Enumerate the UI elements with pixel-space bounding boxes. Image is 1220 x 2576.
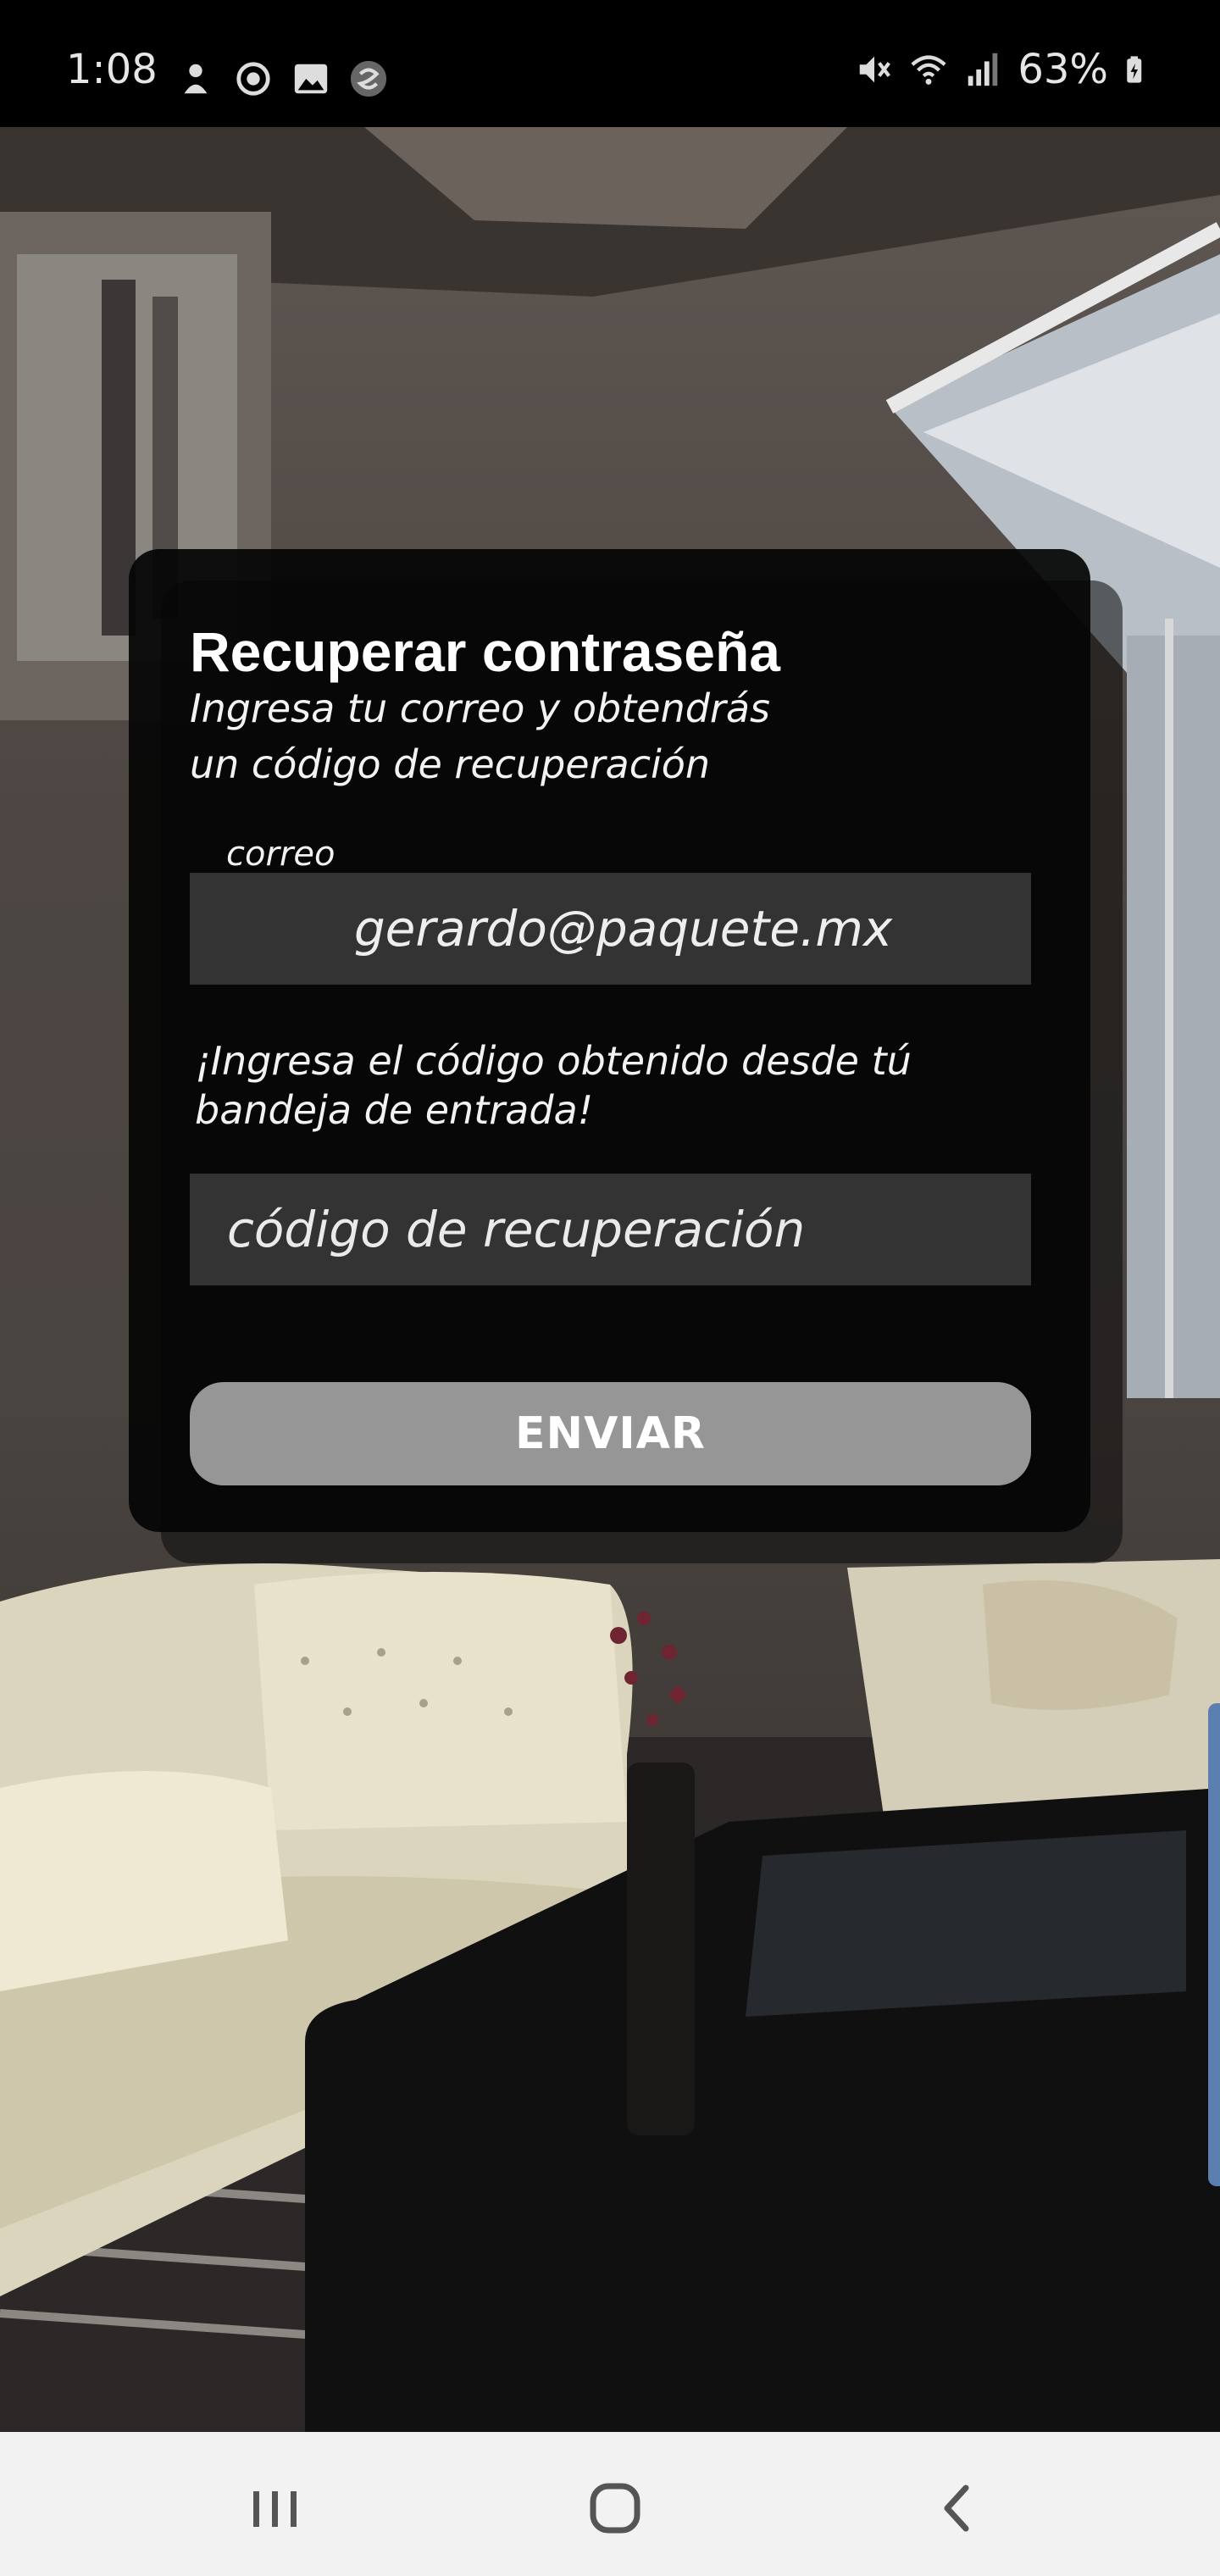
wifi-icon bbox=[911, 55, 946, 85]
status-system-icons: 63% bbox=[855, 49, 1152, 90]
signal-icon bbox=[968, 53, 998, 86]
password-recovery-dialog: Recuperar contraseña Ingresa tu correo y… bbox=[129, 549, 1090, 1532]
back-icon[interactable] bbox=[915, 2466, 1000, 2551]
status-time: 1:08 bbox=[66, 46, 158, 93]
dialog-title: Recuperar contraseña bbox=[190, 620, 780, 683]
code-instructions: ¡Ingresa el código obtenido desde tú ban… bbox=[195, 1038, 912, 1133]
home-icon[interactable] bbox=[573, 2466, 657, 2551]
battery-icon bbox=[1127, 56, 1142, 83]
dialog-subtitle: Ingresa tu correo y obtendrás un código … bbox=[190, 686, 770, 787]
sync-icon bbox=[236, 62, 270, 96]
status-notification-icons bbox=[176, 59, 388, 98]
app-icon bbox=[350, 60, 387, 97]
email-field[interactable] bbox=[190, 873, 1031, 985]
battery-percentage: 63% bbox=[1018, 46, 1108, 93]
navigation-bar bbox=[0, 2432, 1220, 2576]
notification-icon bbox=[184, 64, 208, 94]
image-icon bbox=[294, 64, 328, 94]
email-field-label: correo bbox=[226, 835, 336, 874]
mute-icon bbox=[860, 56, 891, 83]
send-button[interactable]: ENVIAR bbox=[190, 1382, 1031, 1485]
recovery-code-input[interactable] bbox=[190, 1174, 1031, 1285]
status-bar: 1:08 63% bbox=[0, 0, 1220, 127]
edge-panel-handle[interactable] bbox=[1208, 1703, 1220, 2186]
recent-apps-icon[interactable] bbox=[233, 2466, 318, 2551]
